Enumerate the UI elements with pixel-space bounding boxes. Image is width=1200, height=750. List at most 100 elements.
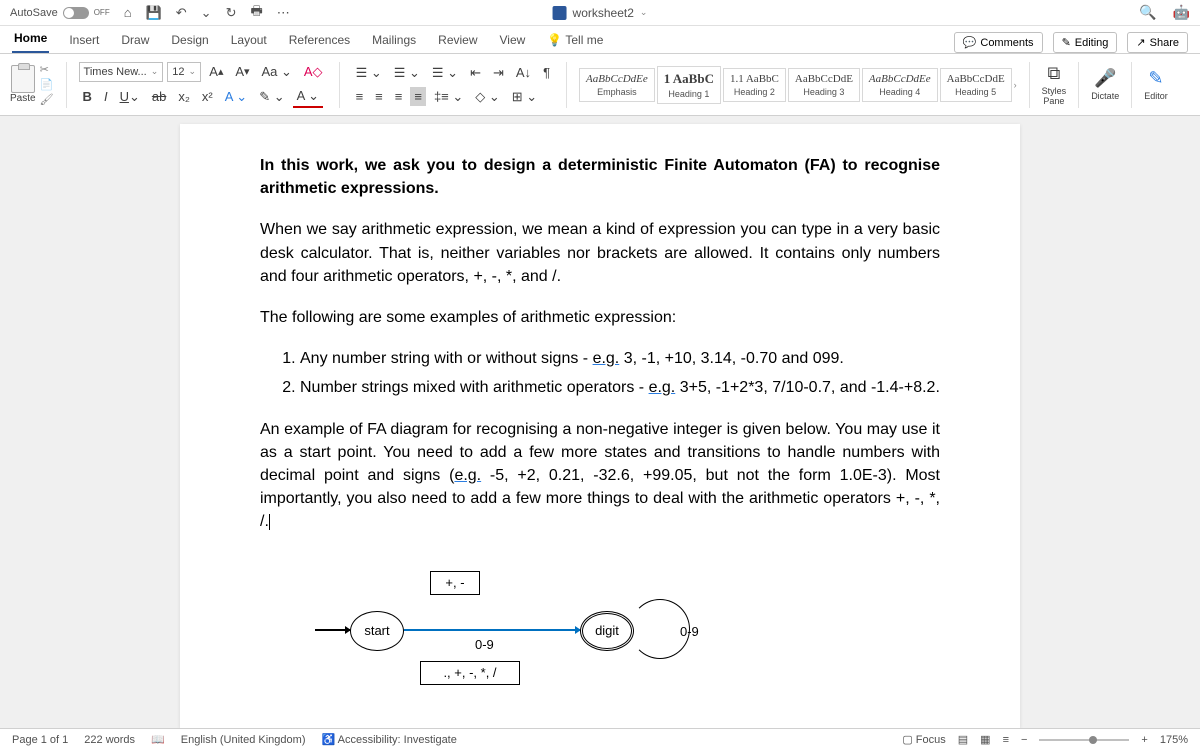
print-icon[interactable]: 🖶	[250, 2, 262, 24]
editing-button[interactable]: ✎ Editing	[1053, 32, 1118, 53]
align-right-icon[interactable]: ≡	[391, 87, 407, 106]
editor-button[interactable]: ✎ Editor	[1144, 68, 1168, 101]
numbering-icon[interactable]: ☰ ⌄	[390, 63, 424, 83]
bullets-icon[interactable]: ☰ ⌄	[352, 63, 386, 83]
state-digit: digit	[580, 611, 634, 651]
style-emphasis[interactable]: AaBbCcDdEeEmphasis	[579, 68, 655, 102]
language-indicator[interactable]: English (United Kingdom)	[181, 734, 306, 746]
style-heading2[interactable]: 1.1 AaBbCHeading 2	[723, 68, 786, 102]
transition-label: 0-9	[475, 636, 494, 655]
text-cursor	[269, 513, 270, 530]
share-button[interactable]: ↗ Share	[1127, 32, 1188, 53]
paste-button[interactable]: Paste	[10, 65, 36, 104]
read-mode-icon[interactable]: ▤	[958, 733, 968, 746]
font-size-select[interactable]: 12 ⌄	[167, 62, 201, 82]
tab-tellme[interactable]: 💡 Tell me	[545, 27, 605, 53]
strike-icon[interactable]: ab	[148, 87, 170, 106]
sort-icon[interactable]: A↓	[512, 63, 535, 82]
fa-diagram: start +, - 0-9 ., +, -, *, / digit 0-9	[260, 551, 940, 691]
tab-layout[interactable]: Layout	[229, 27, 269, 53]
title-bar: AutoSave OFF ⌂ 💾 ↶ ⌄ ↻ 🖶 ⋯ worksheet2 ⌄ …	[0, 0, 1200, 26]
save-icon[interactable]: 💾	[146, 5, 162, 21]
arrow-start	[315, 629, 350, 631]
grow-font-icon[interactable]: A▴	[205, 62, 227, 81]
autosave-toggle[interactable]: AutoSave OFF	[10, 7, 110, 19]
tab-view[interactable]: View	[498, 27, 528, 53]
more-icon[interactable]: ⋯	[277, 5, 290, 21]
style-heading5[interactable]: AaBbCcDdEHeading 5	[940, 68, 1012, 102]
tab-references[interactable]: References	[287, 27, 352, 53]
styles-pane-button[interactable]: ⧉ Styles Pane	[1042, 63, 1067, 106]
cut-icon[interactable]: ✂	[40, 63, 54, 76]
doc-paragraph: An example of FA diagram for recognising…	[260, 418, 940, 534]
bold-icon[interactable]: B	[79, 87, 96, 106]
subscript-icon[interactable]: x₂	[174, 87, 194, 106]
chevron-down-icon[interactable]: ⌄	[640, 7, 648, 18]
clipboard-icon	[11, 65, 35, 93]
accessibility-indicator[interactable]: ♿ Accessibility: Investigate	[321, 733, 456, 746]
document-title[interactable]: worksheet2 ⌄	[553, 6, 648, 20]
zoom-in-icon[interactable]: +	[1141, 734, 1147, 746]
redo-icon[interactable]: ↻	[226, 5, 237, 21]
underline-icon[interactable]: U ⌄	[116, 87, 144, 107]
quick-access-toolbar: ⌂ 💾 ↶ ⌄ ↻ 🖶 ⋯	[124, 2, 290, 24]
tab-mailings[interactable]: Mailings	[370, 27, 418, 53]
undo-dropdown[interactable]: ⌄	[201, 5, 212, 21]
font-color-icon[interactable]: A ⌄	[293, 86, 323, 108]
superscript-icon[interactable]: x²	[198, 87, 217, 106]
tab-design[interactable]: Design	[169, 27, 210, 53]
align-left-icon[interactable]: ≡	[352, 87, 368, 106]
status-bar: Page 1 of 1 222 words 📖 English (United …	[0, 728, 1200, 750]
style-heading4[interactable]: AaBbCcDdEeHeading 4	[862, 68, 938, 102]
word-count[interactable]: 222 words	[84, 734, 135, 746]
focus-mode-button[interactable]: ▢ Focus	[902, 733, 945, 746]
document-area[interactable]: In this work, we ask you to design a det…	[0, 116, 1200, 728]
doc-paragraph: When we say arithmetic expression, we me…	[260, 218, 940, 288]
shading-icon[interactable]: ◇ ⌄	[471, 87, 504, 107]
copy-icon[interactable]: 📄	[40, 78, 54, 91]
borders-icon[interactable]: ⊞ ⌄	[508, 87, 541, 107]
italic-icon[interactable]: I	[100, 87, 112, 106]
page[interactable]: In this work, we ask you to design a det…	[180, 124, 1020, 728]
list-item: Number strings mixed with arithmetic ope…	[300, 376, 940, 399]
toggle-icon[interactable]	[63, 7, 89, 19]
format-painter-icon[interactable]: 🖌	[40, 93, 54, 106]
multilevel-icon[interactable]: ☰ ⌄	[428, 63, 462, 83]
search-icon[interactable]: 🔍	[1139, 4, 1156, 21]
style-heading3[interactable]: AaBbCcDdEHeading 3	[788, 68, 860, 102]
arrow-mid	[404, 629, 580, 631]
line-spacing-icon[interactable]: ‡≡ ⌄	[430, 87, 467, 107]
shrink-font-icon[interactable]: A▾	[231, 62, 253, 81]
zoom-level[interactable]: 175%	[1160, 734, 1188, 746]
increase-indent-icon[interactable]: ⇥	[489, 63, 508, 83]
zoom-slider[interactable]	[1039, 739, 1129, 741]
clear-format-icon[interactable]: A◇	[300, 62, 327, 82]
change-case-icon[interactable]: Aa ⌄	[257, 62, 295, 82]
print-layout-icon[interactable]: ▦	[980, 733, 990, 746]
home-icon[interactable]: ⌂	[124, 5, 132, 20]
robot-icon[interactable]: 🤖	[1173, 4, 1190, 21]
web-layout-icon[interactable]: ≡	[1003, 734, 1009, 746]
spell-check-icon[interactable]: 📖	[151, 733, 165, 746]
tab-home[interactable]: Home	[12, 25, 49, 53]
zoom-out-icon[interactable]: −	[1021, 734, 1027, 746]
paragraph-mark-icon[interactable]: ¶	[539, 63, 554, 82]
styles-pane-icon: ⧉	[1048, 63, 1061, 84]
justify-icon[interactable]: ≡	[410, 87, 426, 106]
comments-button[interactable]: 💬 Comments	[954, 32, 1043, 53]
style-more-icon[interactable]: ›	[1014, 80, 1017, 90]
style-heading1[interactable]: 1 AaBbCHeading 1	[657, 66, 721, 104]
doc-paragraph: In this work, we ask you to design a det…	[260, 154, 940, 200]
highlight-icon[interactable]: ✎ ⌄	[255, 87, 288, 107]
text-effects-icon[interactable]: A ⌄	[221, 87, 251, 107]
page-indicator[interactable]: Page 1 of 1	[12, 734, 68, 746]
doc-list: Any number string with or without signs …	[300, 347, 940, 399]
font-name-select[interactable]: Times New... ⌄	[79, 62, 164, 82]
dictate-button[interactable]: 🎤 Dictate	[1091, 68, 1119, 101]
align-center-icon[interactable]: ≡	[371, 87, 387, 106]
undo-icon[interactable]: ↶	[176, 5, 187, 21]
tab-insert[interactable]: Insert	[67, 27, 101, 53]
decrease-indent-icon[interactable]: ⇤	[466, 63, 485, 83]
tab-draw[interactable]: Draw	[119, 27, 151, 53]
tab-review[interactable]: Review	[436, 27, 479, 53]
